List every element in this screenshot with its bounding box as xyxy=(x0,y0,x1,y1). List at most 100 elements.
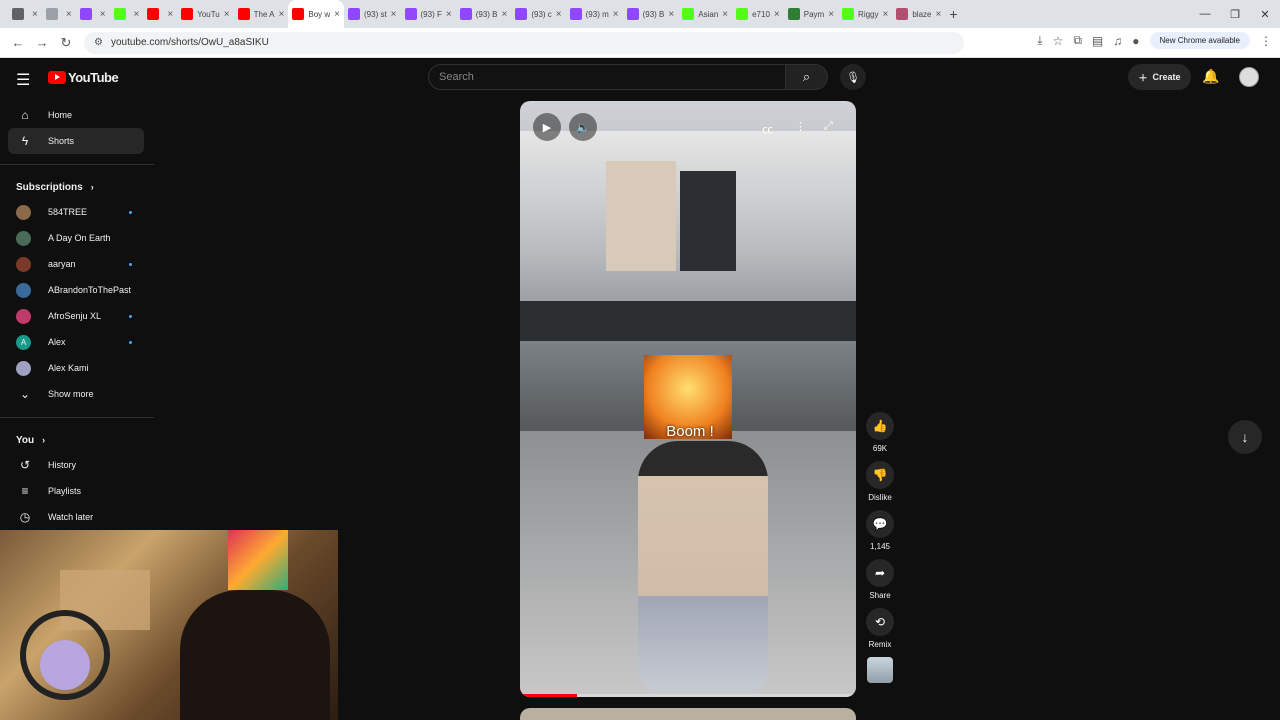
reload-icon[interactable]: ↻ xyxy=(54,35,78,51)
next-short-preview[interactable] xyxy=(520,708,856,720)
browser-tab[interactable]: × xyxy=(76,0,110,28)
create-button[interactable]: ＋ Create xyxy=(1128,64,1191,90)
browser-tab[interactable]: (93) B × xyxy=(456,0,512,28)
browser-tab[interactable]: (93) st × xyxy=(344,0,401,28)
progress-bar[interactable] xyxy=(520,694,856,697)
dislike-action[interactable]: 👎 Dislike xyxy=(864,461,896,502)
tab-close-icon[interactable]: × xyxy=(935,9,941,20)
more-options-icon[interactable]: ⋮ xyxy=(795,120,806,133)
notifications-bell-icon[interactable]: 🔔 xyxy=(1202,68,1219,85)
browser-tab[interactable]: e710 × xyxy=(732,0,784,28)
channel-thumbnail[interactable] xyxy=(867,657,893,683)
browser-tab[interactable]: blaze × xyxy=(892,0,945,28)
tab-close-icon[interactable]: × xyxy=(883,9,889,20)
tab-close-icon[interactable]: × xyxy=(556,9,562,20)
tab-close-icon[interactable]: × xyxy=(224,9,230,20)
subscription-item[interactable]: Alex Kami xyxy=(0,355,154,381)
browser-tab[interactable]: × xyxy=(42,0,76,28)
subscription-item[interactable]: AfroSenju XL xyxy=(0,303,154,329)
browser-tab[interactable]: (93) F × xyxy=(401,0,456,28)
tab-close-icon[interactable]: × xyxy=(134,9,140,20)
tab-close-icon[interactable]: × xyxy=(279,9,285,20)
like-action[interactable]: 👍 69K xyxy=(864,412,896,453)
browser-tab[interactable]: (93) m × xyxy=(566,0,623,28)
thumbs-up-icon[interactable]: 👍 xyxy=(866,412,894,440)
subscription-item[interactable]: aaryan xyxy=(0,251,154,277)
browser-tab[interactable]: (93) c × xyxy=(511,0,565,28)
thumbs-down-icon[interactable]: 👎 xyxy=(866,461,894,489)
sidebar-item-watch-later[interactable]: ◷ Watch later xyxy=(0,504,154,530)
sidebar-item-home[interactable]: ⌂ Home xyxy=(0,102,154,128)
subscription-item[interactable]: A Alex xyxy=(0,329,154,355)
comments-action[interactable]: 💬 1,145 xyxy=(864,510,896,551)
fullscreen-icon[interactable]: ⤢ xyxy=(824,120,833,133)
browser-tab[interactable]: Riggy × xyxy=(838,0,892,28)
subscription-item[interactable]: A Day On Earth xyxy=(0,225,154,251)
tab-close-icon[interactable]: × xyxy=(722,9,728,20)
back-icon[interactable]: ← xyxy=(6,35,30,50)
extensions-icon[interactable]: ⧉ xyxy=(1073,33,1082,48)
browser-tab[interactable]: × xyxy=(110,0,144,28)
channel-avatar xyxy=(16,230,31,246)
subscription-item[interactable]: 584TREE xyxy=(0,199,154,225)
browser-tab[interactable]: Paym × xyxy=(784,0,838,28)
youtube-logo[interactable]: YouTube xyxy=(48,70,119,85)
comment-icon[interactable]: 💬 xyxy=(866,510,894,538)
play-button[interactable]: ▶ xyxy=(533,113,561,141)
tab-title: The A xyxy=(253,9,275,19)
sidebar-item-history[interactable]: ↺ History xyxy=(0,452,154,478)
tab-close-icon[interactable]: × xyxy=(167,9,173,20)
tab-close-icon[interactable]: × xyxy=(668,9,674,20)
close-window-icon[interactable]: ✕ xyxy=(1250,8,1280,21)
search-input[interactable]: Search xyxy=(428,64,786,90)
site-info-icon[interactable]: ⚙ xyxy=(94,37,103,48)
new-tab-icon[interactable]: + xyxy=(945,0,961,28)
tab-close-icon[interactable]: × xyxy=(66,9,72,20)
browser-tab[interactable]: × xyxy=(8,0,42,28)
browser-tab[interactable]: Boy w × xyxy=(288,0,344,28)
install-icon[interactable]: ⤓ xyxy=(1037,33,1042,48)
share-action[interactable]: ➦ Share xyxy=(864,559,896,600)
minimize-icon[interactable]: — xyxy=(1190,8,1220,20)
chrome-menu-icon[interactable]: ⋮ xyxy=(1260,34,1272,48)
next-video-button[interactable]: ↓ xyxy=(1228,420,1262,454)
bookmark-star-icon[interactable]: ☆ xyxy=(1053,34,1064,48)
restore-icon[interactable]: ❐ xyxy=(1220,8,1250,21)
captions-icon[interactable]: ㏄ xyxy=(762,121,773,137)
tab-close-icon[interactable]: × xyxy=(446,9,452,20)
profile-icon[interactable]: ● xyxy=(1132,34,1139,48)
forward-icon[interactable]: → xyxy=(30,35,54,50)
tab-close-icon[interactable]: × xyxy=(502,9,508,20)
tab-close-icon[interactable]: × xyxy=(828,9,834,20)
media-icon[interactable]: ♫ xyxy=(1113,34,1122,48)
voice-search-button[interactable]: 🎙 xyxy=(840,64,866,90)
share-icon[interactable]: ➦ xyxy=(866,559,894,587)
sidebar-item-playlists[interactable]: ≡ Playlists xyxy=(0,478,154,504)
tab-close-icon[interactable]: × xyxy=(32,9,38,20)
tab-close-icon[interactable]: × xyxy=(613,9,619,20)
browser-tab[interactable]: (93) B × xyxy=(623,0,679,28)
reading-list-icon[interactable]: ▤ xyxy=(1092,34,1103,48)
tab-close-icon[interactable]: × xyxy=(774,9,780,20)
tab-close-icon[interactable]: × xyxy=(100,9,106,20)
subscriptions-header[interactable]: Subscriptions › xyxy=(0,175,154,199)
search-button[interactable]: ⌕ xyxy=(786,64,828,90)
hamburger-menu-icon[interactable]: ☰ xyxy=(16,70,30,90)
browser-tab[interactable]: Asian × xyxy=(678,0,732,28)
new-chrome-button[interactable]: New Chrome available xyxy=(1149,32,1250,49)
tab-close-icon[interactable]: × xyxy=(334,9,340,20)
subscription-item[interactable]: ABrandonToThePast xyxy=(0,277,154,303)
browser-tab[interactable]: × xyxy=(143,0,177,28)
sidebar-item-shorts[interactable]: ϟ Shorts xyxy=(8,128,144,154)
tab-close-icon[interactable]: × xyxy=(391,9,397,20)
mute-button[interactable]: 🔈 xyxy=(569,113,597,141)
url-bar[interactable]: ⚙ youtube.com/shorts/OwU_a8aSIKU xyxy=(84,31,964,54)
browser-tab[interactable]: The A × xyxy=(234,0,289,28)
short-video-player[interactable]: Boom ! ▶ 🔈 ㏄ ⋮ ⤢ xyxy=(520,101,856,697)
remix-icon[interactable]: ⟲ xyxy=(866,608,894,636)
remix-action[interactable]: ⟲ Remix xyxy=(864,608,896,649)
account-avatar[interactable] xyxy=(1239,67,1259,87)
show-more-button[interactable]: ⌄ Show more xyxy=(0,381,154,407)
you-header[interactable]: You › xyxy=(0,428,154,452)
browser-tab[interactable]: YouTu × xyxy=(177,0,233,28)
